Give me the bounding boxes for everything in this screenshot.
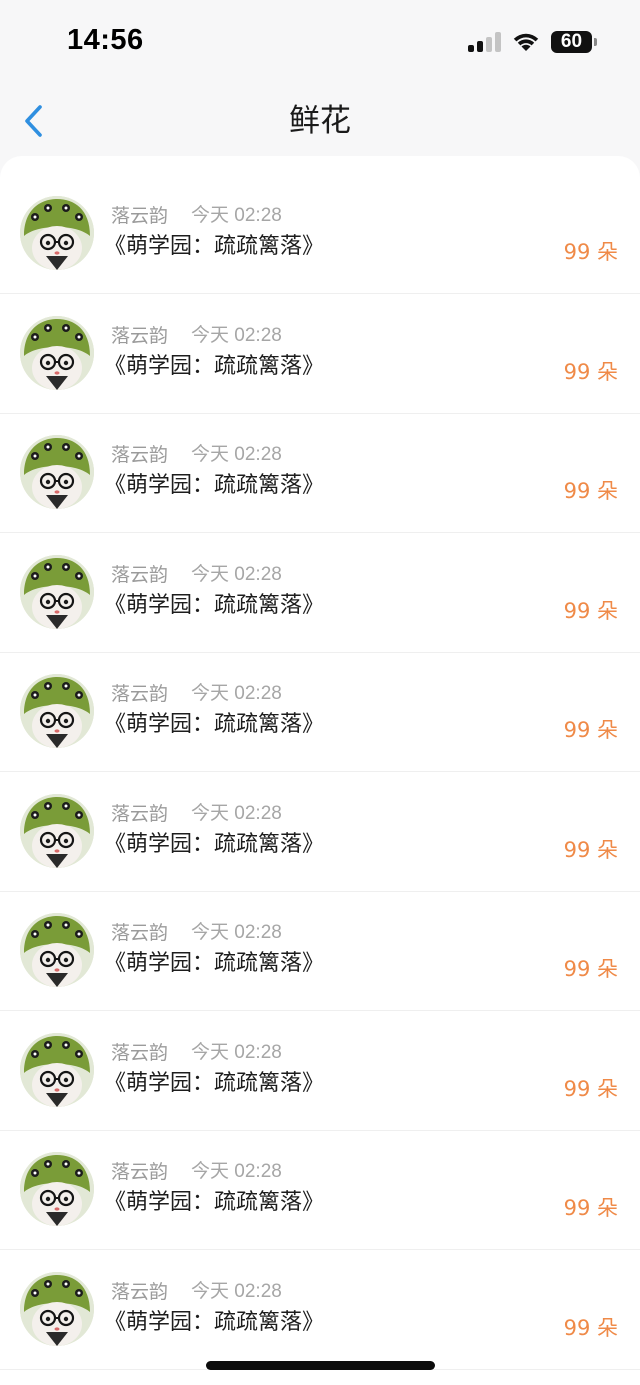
avatar[interactable] — [20, 1033, 94, 1107]
page-title: 鲜花 — [289, 103, 351, 139]
work-title: 《萌学园：疏疏篱落》 — [104, 593, 325, 618]
flower-count: 99 朵 — [563, 479, 618, 503]
flower-count: 99 朵 — [563, 599, 618, 623]
work-title: 《萌学园：疏疏篱落》 — [104, 1071, 325, 1096]
send-time: 今天 02:28 — [191, 325, 282, 346]
send-time: 今天 02:28 — [191, 803, 282, 824]
gift-list-item[interactable]: 落云韵 今天 02:28 《萌学园：疏疏篱落》 99 朵 — [0, 1250, 640, 1370]
flower-count: 99 朵 — [563, 957, 618, 981]
gift-list-item[interactable]: 落云韵 今天 02:28 《萌学园：疏疏篱落》 99 朵 — [0, 1130, 640, 1250]
send-time: 今天 02:28 — [191, 205, 282, 226]
flower-count: 99 朵 — [563, 718, 618, 742]
gift-list-item[interactable]: 落云韵 今天 02:28 《萌学园：疏疏篱落》 99 朵 — [0, 1011, 640, 1131]
avatar[interactable] — [20, 1152, 94, 1226]
send-time: 今天 02:28 — [191, 1161, 282, 1182]
cellular-signal-icon — [468, 32, 501, 52]
sender-name: 落云韵 — [111, 683, 169, 705]
avatar[interactable] — [20, 913, 94, 987]
flower-count: 99 朵 — [563, 1196, 618, 1220]
sender-name: 落云韵 — [111, 803, 169, 825]
work-title: 《萌学园：疏疏篱落》 — [104, 951, 325, 976]
avatar[interactable] — [20, 435, 94, 509]
sender-name: 落云韵 — [111, 564, 169, 586]
work-title: 《萌学园：疏疏篱落》 — [104, 832, 325, 857]
work-title: 《萌学园：疏疏篱落》 — [104, 354, 325, 379]
avatar[interactable] — [20, 794, 94, 868]
sender-name: 落云韵 — [111, 205, 169, 227]
home-indicator[interactable] — [206, 1361, 435, 1370]
battery-level: 60 — [560, 31, 583, 52]
gift-list-item[interactable]: 落云韵 今天 02:28 《萌学园：疏疏篱落》 99 朵 — [0, 533, 640, 653]
sender-name: 落云韵 — [111, 1281, 169, 1303]
work-title: 《萌学园：疏疏篱落》 — [104, 234, 325, 259]
avatar[interactable] — [20, 196, 94, 270]
avatar[interactable] — [20, 1272, 94, 1346]
gift-list: 落云韵 今天 02:28 《萌学园：疏疏篱落》 99 朵 落云韵 今天 02:2… — [0, 156, 640, 1385]
screen: 14:56 60 鲜花 落云韵 今天 02:28 《萌学园：疏疏篱落》 99 朵… — [0, 0, 640, 1385]
send-time: 今天 02:28 — [191, 564, 282, 585]
send-time: 今天 02:28 — [191, 444, 282, 465]
sender-name: 落云韵 — [111, 922, 169, 944]
status-bar: 14:56 60 — [0, 0, 640, 84]
send-time: 今天 02:28 — [191, 922, 282, 943]
status-time: 14:56 — [67, 24, 144, 56]
flower-count: 99 朵 — [563, 240, 618, 264]
wifi-icon — [511, 30, 541, 52]
gift-list-item[interactable]: 落云韵 今天 02:28 《萌学园：疏疏篱落》 99 朵 — [0, 891, 640, 1011]
work-title: 《萌学园：疏疏篱落》 — [104, 473, 325, 498]
flower-count: 99 朵 — [563, 838, 618, 862]
avatar[interactable] — [20, 316, 94, 390]
work-title: 《萌学园：疏疏篱落》 — [104, 1310, 325, 1335]
work-title: 《萌学园：疏疏篱落》 — [104, 1190, 325, 1215]
gift-list-item[interactable]: 落云韵 今天 02:28 《萌学园：疏疏篱落》 99 朵 — [0, 294, 640, 414]
work-title: 《萌学园：疏疏篱落》 — [104, 712, 325, 737]
sender-name: 落云韵 — [111, 444, 169, 466]
avatar[interactable] — [20, 674, 94, 748]
send-time: 今天 02:28 — [191, 1281, 282, 1302]
gift-list-item[interactable]: 落云韵 今天 02:28 《萌学园：疏疏篱落》 99 朵 — [0, 174, 640, 294]
sender-name: 落云韵 — [111, 1042, 169, 1064]
flower-count: 99 朵 — [563, 1316, 618, 1340]
flower-count: 99 朵 — [563, 360, 618, 384]
send-time: 今天 02:28 — [191, 1042, 282, 1063]
gift-list-item[interactable]: 落云韵 今天 02:28 《萌学园：疏疏篱落》 99 朵 — [0, 652, 640, 772]
sender-name: 落云韵 — [111, 325, 169, 347]
send-time: 今天 02:28 — [191, 683, 282, 704]
nav-bar: 鲜花 — [0, 84, 640, 156]
sender-name: 落云韵 — [111, 1161, 169, 1183]
avatar[interactable] — [20, 555, 94, 629]
gift-list-item[interactable]: 落云韵 今天 02:28 《萌学园：疏疏篱落》 99 朵 — [0, 772, 640, 892]
gift-list-item[interactable]: 落云韵 今天 02:28 《萌学园：疏疏篱落》 99 朵 — [0, 413, 640, 533]
flower-count: 99 朵 — [563, 1077, 618, 1101]
battery-icon: 60 — [551, 31, 597, 53]
